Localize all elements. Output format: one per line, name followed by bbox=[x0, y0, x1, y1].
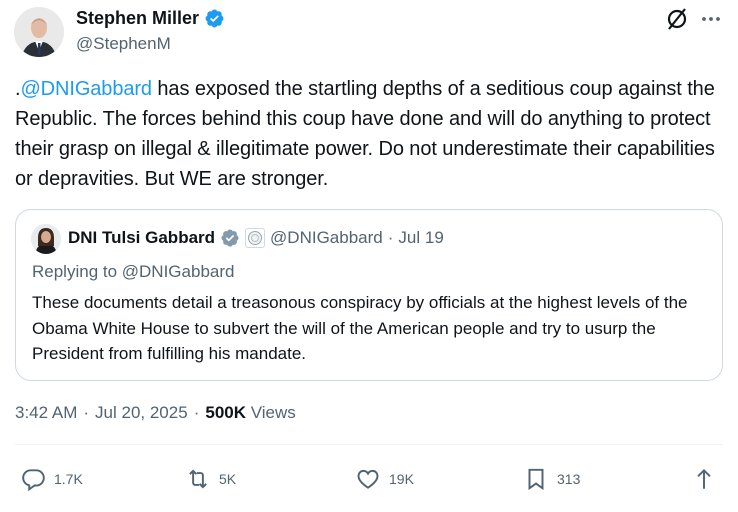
quoted-replying-to: Replying to @DNIGabbard bbox=[32, 262, 235, 281]
author-name[interactable]: Stephen Miller bbox=[76, 8, 199, 29]
tweet-date[interactable]: Jul 20, 2025 bbox=[95, 403, 188, 423]
reply-icon bbox=[22, 469, 45, 492]
tweet-mention-link[interactable]: @DNIGabbard bbox=[20, 78, 152, 100]
author-avatar[interactable] bbox=[14, 7, 64, 57]
quoted-tweet[interactable]: DNI Tulsi Gabbard @DNIGabbard · Jul 19 R… bbox=[15, 209, 723, 381]
affiliation-seal-icon[interactable] bbox=[245, 228, 266, 248]
reply-button[interactable]: 1.7K bbox=[20, 462, 83, 496]
meta-separator-1: · bbox=[83, 403, 90, 422]
views[interactable]: 500K Views bbox=[205, 403, 295, 423]
divider bbox=[15, 444, 723, 445]
like-count: 19K bbox=[389, 471, 414, 487]
quoted-author-name[interactable]: DNI Tulsi Gabbard bbox=[68, 228, 215, 248]
like-button[interactable]: 19K bbox=[355, 462, 414, 496]
bookmark-icon bbox=[528, 468, 544, 491]
quoted-header: DNI Tulsi Gabbard @DNIGabbard · Jul 19 bbox=[68, 228, 444, 248]
quoted-text: These documents detail a treasonous cons… bbox=[32, 293, 688, 363]
author-handle[interactable]: @StephenM bbox=[76, 34, 171, 54]
meta-separator-2: · bbox=[193, 403, 200, 422]
repost-icon bbox=[189, 469, 207, 489]
quoted-author-handle[interactable]: @DNIGabbard bbox=[270, 228, 383, 248]
tweet-meta: 3:42 AM · Jul 20, 2025 · 500K Views bbox=[15, 403, 296, 423]
repost-button[interactable]: 5K bbox=[185, 462, 236, 496]
quoted-separator: · bbox=[387, 228, 394, 247]
bookmark-count: 313 bbox=[557, 471, 581, 487]
views-count: 500K bbox=[205, 403, 246, 422]
grok-icon[interactable] bbox=[664, 6, 690, 32]
gray-verified-badge-icon bbox=[221, 229, 239, 247]
action-bar: 1.7K 5K 19K 313 bbox=[15, 462, 723, 496]
author-name-row: Stephen Miller bbox=[76, 8, 225, 29]
tweet-header: Stephen Miller @StephenM bbox=[14, 4, 726, 60]
more-options-icon[interactable] bbox=[700, 8, 722, 30]
share-icon bbox=[697, 468, 711, 489]
heart-icon bbox=[357, 469, 379, 489]
tweet-time[interactable]: 3:42 AM bbox=[15, 403, 77, 423]
quoted-author-avatar[interactable] bbox=[31, 224, 61, 254]
quoted-date[interactable]: Jul 19 bbox=[398, 228, 443, 248]
bookmark-button[interactable]: 313 bbox=[523, 462, 580, 496]
repost-count: 5K bbox=[219, 471, 237, 487]
tweet-text: .@DNIGabbard has exposed the startling d… bbox=[15, 74, 727, 194]
views-label: Views bbox=[250, 403, 296, 422]
verified-badge-icon bbox=[205, 9, 224, 28]
share-button[interactable] bbox=[691, 462, 717, 496]
reply-count: 1.7K bbox=[54, 471, 83, 487]
